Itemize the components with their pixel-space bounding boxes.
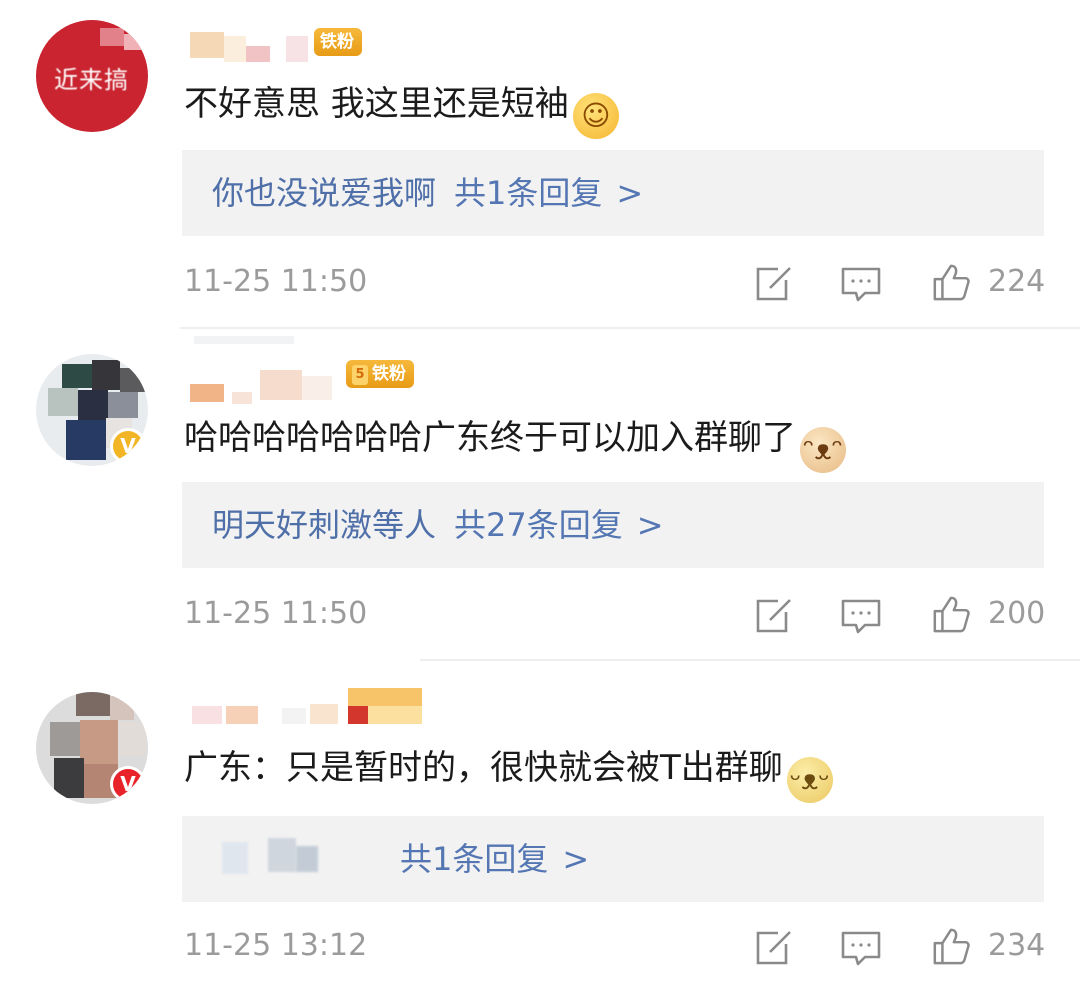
comment-divider bbox=[420, 659, 1080, 661]
share-edit-icon[interactable] bbox=[752, 264, 794, 304]
comment-text-content: 广东：只是暂时的，很快就会被T出群聊 bbox=[184, 748, 783, 788]
comment-item: 近来搞 铁粉 不好意思 我这里还是短袖 ☺ 你也没说爱我啊 共1条回复 > 11-25… bbox=[0, 0, 1080, 328]
username-obscured[interactable] bbox=[190, 32, 320, 62]
comment-text-content: 不好意思 我这里还是短袖 bbox=[184, 84, 569, 124]
like-count: 234 bbox=[988, 928, 1046, 963]
avatar-text: 近来搞 bbox=[54, 66, 129, 94]
comment-time: 11-25 11:50 bbox=[184, 264, 368, 299]
thumbs-up-icon[interactable] bbox=[930, 262, 972, 302]
comment-divider bbox=[180, 327, 1080, 329]
reply-author[interactable]: 你也没说爱我啊 bbox=[212, 174, 436, 212]
doge-emoji-icon: ᵕᴥᵕ bbox=[786, 757, 833, 803]
thumbs-up-icon[interactable] bbox=[930, 594, 972, 634]
chevron-right-icon: > bbox=[562, 840, 590, 878]
reply-preview[interactable]: 共1条回复 > bbox=[182, 816, 1044, 902]
verified-badge: V bbox=[110, 766, 146, 802]
fan-badge-label: 铁粉 bbox=[372, 364, 406, 384]
avatar[interactable]: V bbox=[36, 354, 148, 466]
like-count: 200 bbox=[988, 596, 1046, 631]
reply-author[interactable]: 明天好刺激等人 bbox=[212, 506, 436, 544]
smile-emoji-icon: ☺ bbox=[572, 93, 619, 139]
verified-badge: V bbox=[110, 428, 146, 464]
reply-count-link[interactable]: 共27条回复 > bbox=[454, 506, 664, 544]
reply-count-link[interactable]: 共1条回复 > bbox=[400, 840, 589, 878]
thumbs-up-icon[interactable] bbox=[930, 926, 972, 966]
comment-item: V 5 铁粉 哈哈哈哈哈哈哈广东终于可以加入群聊了 ᵔᴥᵔ 明天好刺激等人 共27条回… bbox=[0, 330, 1080, 660]
cat-emoji-icon: ᵔᴥᵔ bbox=[800, 427, 846, 473]
avatar[interactable]: V bbox=[36, 692, 148, 804]
reply-count-text: 共27条回复 bbox=[454, 506, 623, 544]
chevron-right-icon: > bbox=[636, 506, 664, 544]
reply-preview[interactable]: 你也没说爱我啊 共1条回复 > bbox=[182, 150, 1044, 236]
fan-badge: 5 铁粉 bbox=[346, 360, 414, 388]
comment-icon[interactable] bbox=[840, 596, 882, 636]
share-edit-icon[interactable] bbox=[752, 596, 794, 636]
fan-badge: 铁粉 bbox=[314, 28, 362, 56]
fan-badge-label: 铁粉 bbox=[320, 32, 354, 52]
reply-author-obscured[interactable] bbox=[212, 836, 382, 876]
reply-count-text: 共1条回复 bbox=[400, 840, 549, 878]
username-obscured[interactable] bbox=[190, 684, 430, 728]
reply-preview[interactable]: 明天好刺激等人 共27条回复 > bbox=[182, 482, 1044, 568]
username-obscured[interactable] bbox=[190, 336, 340, 406]
avatar[interactable]: 近来搞 bbox=[36, 20, 148, 132]
comment-text: 广东：只是暂时的，很快就会被T出群聊 ᵕᴥᵕ bbox=[184, 746, 833, 803]
comment-icon[interactable] bbox=[840, 264, 882, 304]
share-edit-icon[interactable] bbox=[752, 928, 794, 968]
reply-count-text: 共1条回复 bbox=[454, 174, 603, 212]
comment-text: 不好意思 我这里还是短袖 ☺ bbox=[184, 82, 619, 139]
comment-item: V 广东：只是暂时的，很快就会被T出群聊 ᵕᴥᵕ 共1条回复 > 11-25 13:… bbox=[0, 662, 1080, 984]
comment-text-content: 哈哈哈哈哈哈哈广东终于可以加入群聊了 bbox=[184, 418, 796, 458]
comment-time: 11-25 11:50 bbox=[184, 596, 368, 631]
reply-count-link[interactable]: 共1条回复 > bbox=[454, 174, 643, 212]
fan-level: 5 bbox=[352, 365, 368, 385]
comment-time: 11-25 13:12 bbox=[184, 928, 368, 963]
comment-icon[interactable] bbox=[840, 928, 882, 968]
comment-text: 哈哈哈哈哈哈哈广东终于可以加入群聊了 ᵔᴥᵔ bbox=[184, 416, 846, 473]
like-count: 224 bbox=[988, 264, 1046, 299]
chevron-right-icon: > bbox=[616, 174, 644, 212]
